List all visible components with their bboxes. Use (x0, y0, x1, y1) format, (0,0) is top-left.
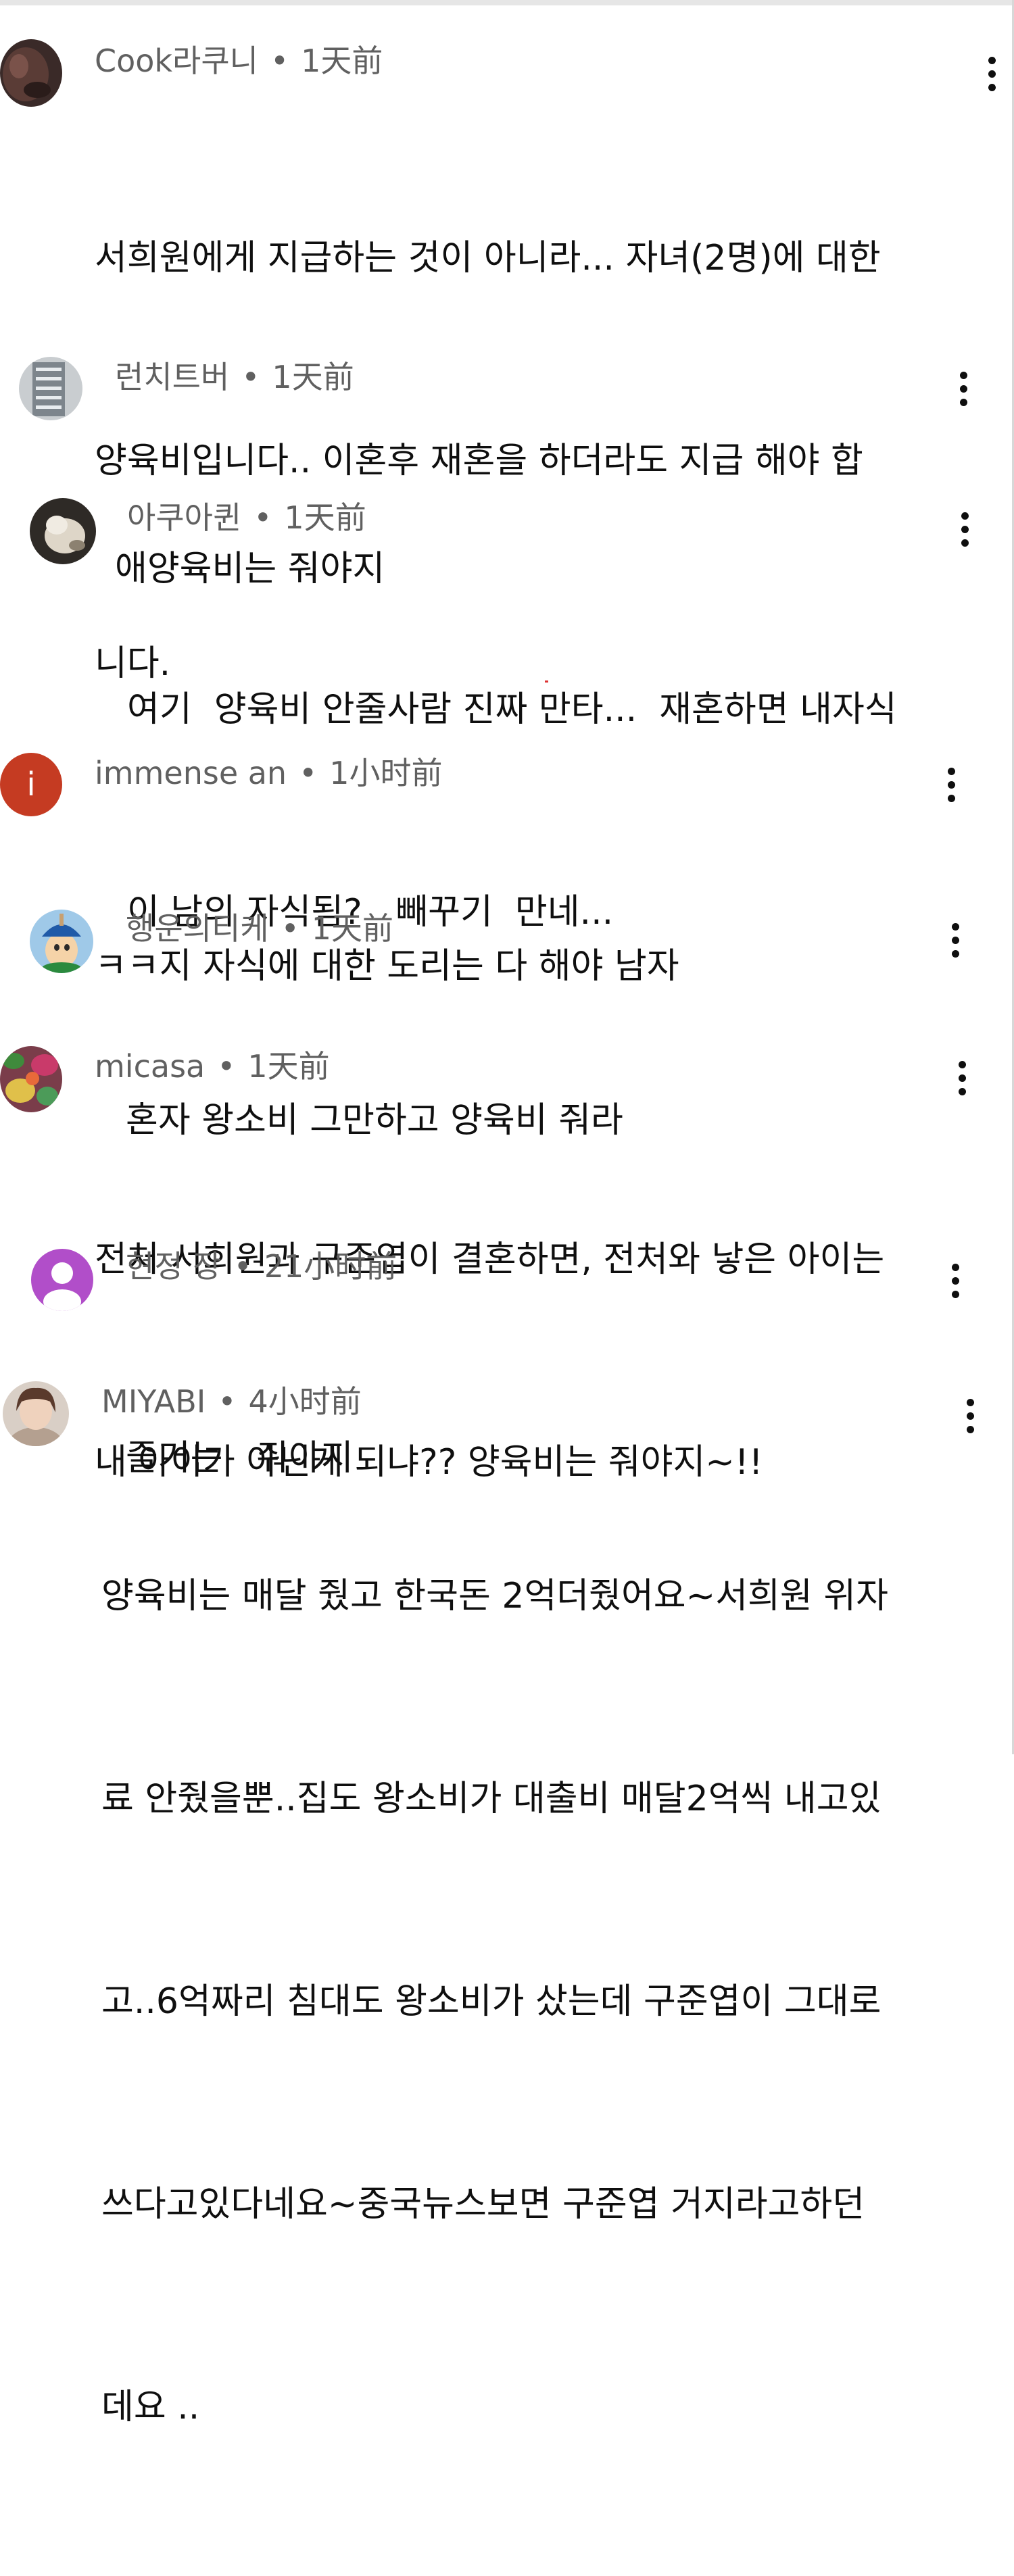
comment-line: 서희원에게 지급하는 것이 아니라... 자녀(2명)에 대한 (95, 238, 881, 278)
avatar[interactable] (19, 357, 82, 420)
comment-line: 양육비는 매달 줬고 한국돈 2억더줬어요~서희원 위자 (101, 1576, 888, 1616)
top-divider (0, 0, 1014, 5)
comment-time[interactable]: 21小时前 (264, 1248, 397, 1285)
comment-author[interactable]: immense an (95, 755, 287, 791)
more-vert-icon[interactable] (960, 1396, 980, 1437)
avatar-letter: i (26, 766, 36, 803)
avatar[interactable] (31, 1249, 93, 1311)
separator-dot: • (270, 43, 289, 79)
comment-time[interactable]: 1天前 (301, 43, 383, 79)
more-vert-icon[interactable] (945, 920, 965, 961)
separator-dot: • (299, 755, 318, 791)
more-vert-icon[interactable] (945, 1261, 965, 1302)
comment-author[interactable]: 행운의티케 (126, 910, 269, 947)
avatar[interactable]: i (0, 753, 62, 816)
separator-dot: • (241, 359, 260, 395)
comment-time[interactable]: 4小时前 (249, 1383, 362, 1420)
more-vert-icon[interactable] (955, 510, 975, 550)
comment-author[interactable]: MIYABI (101, 1383, 206, 1420)
comment-time[interactable]: 1小时前 (329, 755, 442, 791)
red-mark (545, 680, 548, 683)
comment-time[interactable]: 1天前 (312, 910, 393, 947)
separator-dot: • (233, 1248, 252, 1285)
more-vert-icon[interactable] (941, 765, 961, 806)
comment-time[interactable]: 1天前 (247, 1048, 329, 1085)
comment-line: 여기 양육비 안줄사람 진짜 만타... 재혼하면 내자식 (127, 689, 897, 730)
separator-dot: • (254, 499, 272, 536)
comment-author[interactable]: 아쿠아퀸 (127, 499, 241, 536)
comment-author[interactable]: 현정 장 (126, 1248, 222, 1285)
more-vert-icon[interactable] (952, 1058, 972, 1099)
comment-text: 양육비는 매달 줬고 한국돈 2억더줬어요~서희원 위자 료 안줬을뿐..집도 … (101, 1427, 888, 2576)
comment-author[interactable]: micasa (95, 1048, 205, 1085)
avatar[interactable] (3, 1381, 69, 1446)
avatar[interactable] (30, 910, 93, 973)
comment-line: 쓰다고있다네요~중국뉴스보면 구준엽 거지라고하던 (101, 2184, 865, 2225)
comment-line: 데요 .. (101, 2387, 200, 2427)
more-vert-icon[interactable] (982, 54, 1002, 95)
comment-author[interactable]: Cook라쿠니 (95, 43, 258, 79)
separator-dot: • (281, 910, 299, 947)
avatar[interactable] (30, 498, 96, 564)
avatar[interactable] (0, 39, 62, 107)
person-silhouette-icon (43, 1262, 81, 1311)
comment-line: 료 안줬을뿐..집도 왕소비가 대출비 매달2억씩 내고있 (101, 1779, 882, 1819)
separator-dot: • (217, 1048, 236, 1085)
more-vert-icon[interactable] (953, 369, 973, 410)
comment-time[interactable]: 1天前 (272, 359, 354, 395)
comment-time[interactable]: 1天前 (284, 499, 366, 536)
separator-dot: • (218, 1383, 237, 1420)
avatar[interactable] (0, 1046, 62, 1112)
comment-line: 고..6억짜리 침대도 왕소비가 샀는데 구준엽이 그대로 (101, 1981, 882, 2022)
comment-author[interactable]: 런치트버 (115, 359, 229, 395)
